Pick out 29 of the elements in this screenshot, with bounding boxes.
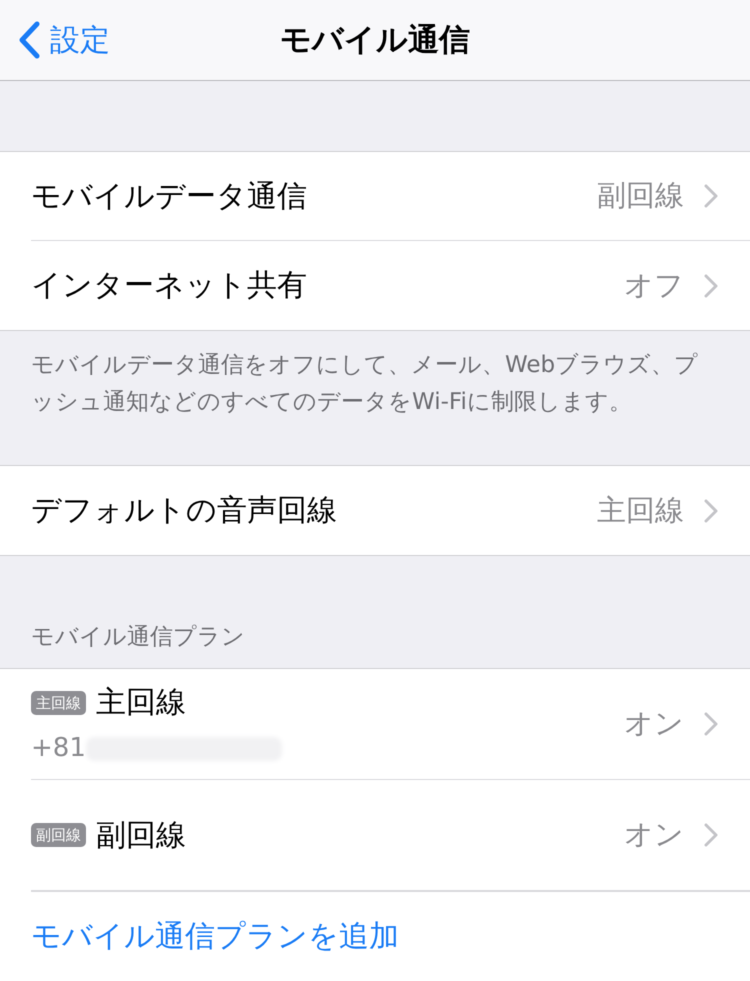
line-badge: 副回線 <box>31 823 86 847</box>
settings-row[interactable]: モバイルデータ通信 副回線 <box>0 152 750 241</box>
group-footer-text: モバイルデータ通信をオフにして、メール、Webブラウズ、プッシュ通知などのすべてのデータをWi-Fiに制限します。 <box>30 351 700 417</box>
row-value: 主回線 <box>597 492 684 529</box>
chevron-right-icon <box>704 823 718 847</box>
section-header: モバイル通信プラン <box>31 622 245 652</box>
add-plan-link[interactable]: モバイル通信プランを追加 <box>31 914 399 959</box>
row-label: 主回線 <box>96 684 186 722</box>
phone-number: +81 <box>31 732 86 765</box>
line-badge: 主回線 <box>31 690 86 714</box>
row-label: 副回線 <box>96 816 186 854</box>
chevron-right-icon <box>704 498 718 522</box>
row-label: デフォルトの音声回線 <box>31 493 337 528</box>
back-chevron-icon <box>18 21 40 59</box>
chevron-right-icon <box>704 712 718 736</box>
row-value: オフ <box>624 266 684 304</box>
row-label: インターネット共有 <box>31 268 307 303</box>
row-value: オン <box>624 705 684 742</box>
row-value: 副回線 <box>597 177 684 214</box>
chevron-right-icon <box>704 184 718 208</box>
page-title: モバイル通信 <box>280 20 470 60</box>
back-button[interactable]: 設定 <box>0 18 110 62</box>
settings-row[interactable]: 副回線 副回線 オン <box>0 780 750 891</box>
settings-row[interactable]: インターネット共有 オフ <box>0 241 750 330</box>
row-value: オン <box>624 816 684 854</box>
chevron-right-icon <box>704 274 718 298</box>
settings-row[interactable]: デフォルトの音声回線 主回線 <box>0 466 750 555</box>
settings-row[interactable]: 主回線 主回線 +81 オン <box>0 669 750 780</box>
row-label: モバイルデータ通信 <box>31 178 307 214</box>
